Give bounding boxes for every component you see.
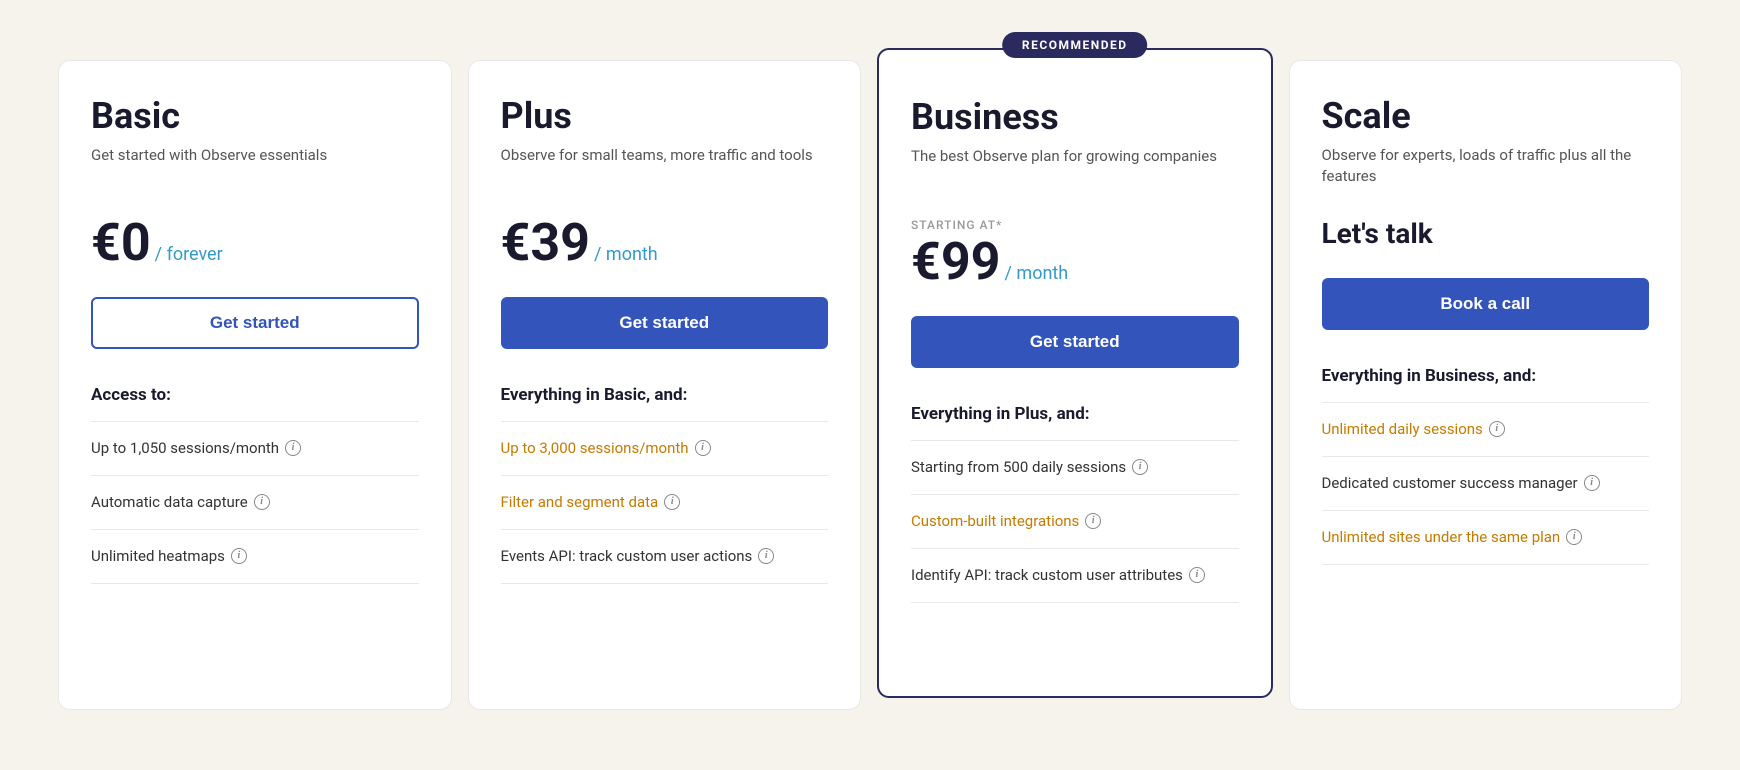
info-icon[interactable]: i: [1085, 513, 1101, 529]
plan-name-scale: Scale: [1322, 97, 1650, 137]
feature-text-wrapper: Unlimited sites under the same plan i: [1322, 527, 1583, 548]
plan-description-basic: Get started with Observe essentials: [91, 145, 419, 189]
features-list-business: Starting from 500 daily sessions i Custo…: [911, 440, 1239, 603]
feature-text-wrapper: Up to 1,050 sessions/month i: [91, 438, 301, 459]
feature-text: Starting from 500 daily sessions: [911, 457, 1126, 478]
feature-item-business-1: Custom-built integrations i: [911, 495, 1239, 549]
cta-button-plus[interactable]: Get started: [501, 297, 829, 349]
pricing-card-business: RECOMMENDEDBusinessThe best Observe plan…: [877, 48, 1273, 698]
info-icon[interactable]: i: [1132, 459, 1148, 475]
feature-text: Events API: track custom user actions: [501, 546, 753, 567]
pricing-container: Basic Get started with Observe essentials…: [20, 40, 1720, 730]
feature-text: Up to 3,000 sessions/month: [501, 438, 689, 459]
features-list-plus: Up to 3,000 sessions/month i Filter and …: [501, 421, 829, 584]
plan-description-plus: Observe for small teams, more traffic an…: [501, 145, 829, 189]
pricing-card-basic: Basic Get started with Observe essentials…: [58, 60, 452, 710]
feature-text: Automatic data capture: [91, 492, 248, 513]
price-row-business: €99 / month: [911, 236, 1239, 288]
lets-talk-label: Let's talk: [1322, 217, 1650, 251]
plan-name-basic: Basic: [91, 97, 419, 137]
features-header-business: Everything in Plus, and:: [911, 404, 1239, 424]
feature-text-wrapper: Automatic data capture i: [91, 492, 270, 513]
feature-item-scale-0: Unlimited daily sessions i: [1322, 403, 1650, 457]
plan-name-plus: Plus: [501, 97, 829, 137]
info-icon[interactable]: i: [285, 440, 301, 456]
feature-item-basic-1: Automatic data capture i: [91, 476, 419, 530]
feature-text-wrapper: Events API: track custom user actions i: [501, 546, 775, 567]
features-list-scale: Unlimited daily sessions i Dedicated cus…: [1322, 402, 1650, 565]
feature-text: Custom-built integrations: [911, 511, 1079, 532]
feature-text-wrapper: Starting from 500 daily sessions i: [911, 457, 1148, 478]
feature-text: Up to 1,050 sessions/month: [91, 438, 279, 459]
feature-text-wrapper: Unlimited heatmaps i: [91, 546, 247, 567]
info-icon[interactable]: i: [1566, 529, 1582, 545]
pricing-card-scale: Scale Observe for experts, loads of traff…: [1289, 60, 1683, 710]
feature-item-plus-0: Up to 3,000 sessions/month i: [501, 422, 829, 476]
features-list-basic: Up to 1,050 sessions/month i Automatic d…: [91, 421, 419, 584]
plan-description-scale: Observe for experts, loads of traffic pl…: [1322, 145, 1650, 189]
feature-text: Identify API: track custom user attribut…: [911, 565, 1183, 586]
cta-button-basic[interactable]: Get started: [91, 297, 419, 349]
info-icon[interactable]: i: [231, 548, 247, 564]
price-main-plus: €39: [501, 217, 591, 269]
feature-item-basic-2: Unlimited heatmaps i: [91, 530, 419, 584]
feature-text-wrapper: Filter and segment data i: [501, 492, 681, 513]
feature-item-plus-2: Events API: track custom user actions i: [501, 530, 829, 584]
feature-item-business-0: Starting from 500 daily sessions i: [911, 441, 1239, 495]
feature-item-scale-1: Dedicated customer success manager i: [1322, 457, 1650, 511]
feature-text-wrapper: Identify API: track custom user attribut…: [911, 565, 1205, 586]
feature-text-wrapper: Unlimited daily sessions i: [1322, 419, 1505, 440]
recommended-badge: RECOMMENDED: [1002, 32, 1148, 58]
pricing-card-plus: Plus Observe for small teams, more traffi…: [468, 60, 862, 710]
price-row-basic: €0 / forever: [91, 217, 419, 269]
starting-at-label: STARTING AT*: [911, 218, 1239, 232]
cta-button-business[interactable]: Get started: [911, 316, 1239, 368]
price-row-plus: €39 / month: [501, 217, 829, 269]
info-icon[interactable]: i: [664, 494, 680, 510]
price-main-business: €99: [911, 236, 1001, 288]
plan-description-business: The best Observe plan for growing compan…: [911, 146, 1239, 190]
info-icon[interactable]: i: [1584, 475, 1600, 491]
price-period-plus: / month: [594, 244, 658, 265]
info-icon[interactable]: i: [758, 548, 774, 564]
feature-text: Filter and segment data: [501, 492, 659, 513]
info-icon[interactable]: i: [1189, 567, 1205, 583]
feature-item-basic-0: Up to 1,050 sessions/month i: [91, 422, 419, 476]
plan-name-business: Business: [911, 98, 1239, 138]
feature-text-wrapper: Dedicated customer success manager i: [1322, 473, 1600, 494]
cta-button-scale[interactable]: Book a call: [1322, 278, 1650, 330]
info-icon[interactable]: i: [695, 440, 711, 456]
features-header-scale: Everything in Business, and:: [1322, 366, 1650, 386]
feature-text-wrapper: Custom-built integrations i: [911, 511, 1101, 532]
feature-text: Unlimited daily sessions: [1322, 419, 1483, 440]
feature-item-plus-1: Filter and segment data i: [501, 476, 829, 530]
info-icon[interactable]: i: [254, 494, 270, 510]
price-main-basic: €0: [91, 217, 151, 269]
feature-text: Dedicated customer success manager: [1322, 473, 1578, 494]
feature-text-wrapper: Up to 3,000 sessions/month i: [501, 438, 711, 459]
feature-item-business-2: Identify API: track custom user attribut…: [911, 549, 1239, 603]
features-header-basic: Access to:: [91, 385, 419, 405]
price-period-business: / month: [1005, 263, 1069, 284]
feature-text: Unlimited heatmaps: [91, 546, 225, 567]
feature-item-scale-2: Unlimited sites under the same plan i: [1322, 511, 1650, 565]
info-icon[interactable]: i: [1489, 421, 1505, 437]
price-period-basic: / forever: [155, 244, 223, 265]
feature-text: Unlimited sites under the same plan: [1322, 527, 1561, 548]
features-header-plus: Everything in Basic, and:: [501, 385, 829, 405]
